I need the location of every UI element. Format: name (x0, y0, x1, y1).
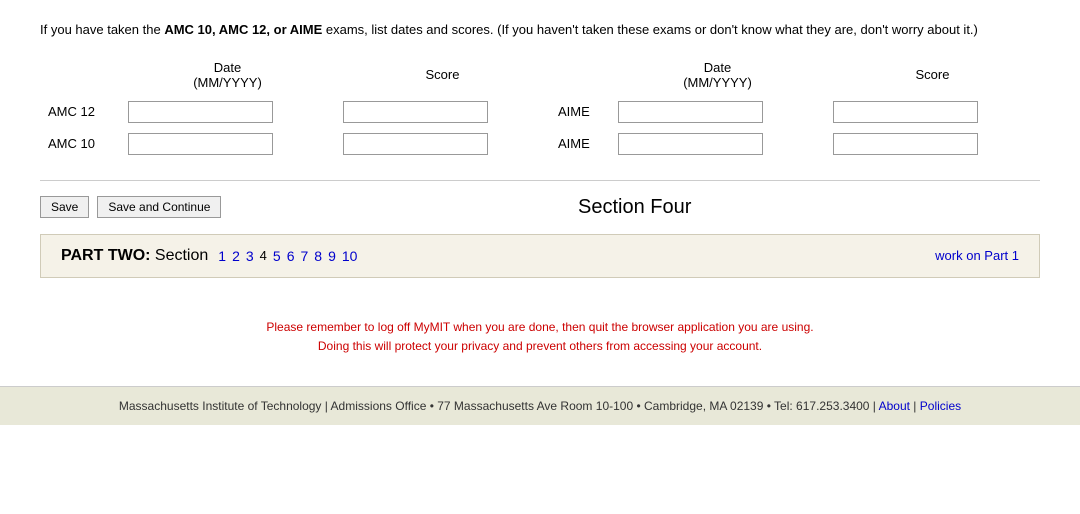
amc12-score-input[interactable] (343, 101, 488, 123)
aime2-score-input[interactable] (833, 133, 978, 155)
work-on-part-link[interactable]: work on Part 1 (935, 248, 1019, 263)
controls-row: Save Save and Continue Section Four (40, 196, 1040, 219)
policies-link[interactable]: Policies (920, 399, 961, 413)
save-button[interactable]: Save (40, 196, 89, 218)
amc10-label: AMC 10 (40, 128, 120, 160)
aime-label-1: AIME (550, 96, 610, 128)
section-link-8[interactable]: 8 (314, 248, 322, 264)
exam-table: Date(MM/YYYY) Score Date(MM/YYYY) Score … (40, 60, 1040, 160)
section-link-5[interactable]: 5 (273, 248, 281, 264)
amc12-row: AMC 12 AIME (40, 96, 1040, 128)
divider (40, 180, 1040, 181)
col-date-1-header: Date(MM/YYYY) (120, 60, 335, 96)
section-link-7[interactable]: 7 (301, 248, 309, 264)
privacy-line-1: Please remember to log off MyMIT when yo… (40, 318, 1040, 337)
section-link-4-plain: 4 (260, 248, 267, 263)
amc10-score-input[interactable] (343, 133, 488, 155)
section-link-6[interactable]: 6 (287, 248, 295, 264)
footer-separator: | (913, 399, 916, 413)
section-link-1[interactable]: 1 (218, 248, 226, 264)
privacy-line-2: Doing this will protect your privacy and… (40, 337, 1040, 356)
aime-label-2: AIME (550, 128, 610, 160)
amc12-date-input[interactable] (128, 101, 273, 123)
section-link-3[interactable]: 3 (246, 248, 254, 264)
part-two-left: PART TWO: Section 1 2 3 4 5 6 7 8 9 10 (61, 247, 357, 265)
aime1-date-input[interactable] (618, 101, 763, 123)
section-links: 1 2 3 4 5 6 7 8 9 10 (218, 248, 357, 264)
privacy-notice: Please remember to log off MyMIT when yo… (40, 318, 1040, 356)
part-two-box: PART TWO: Section 1 2 3 4 5 6 7 8 9 10 w… (40, 234, 1040, 278)
section-link-9[interactable]: 9 (328, 248, 336, 264)
footer-text: Massachusetts Institute of Technology | … (119, 399, 876, 413)
amc10-row: AMC 10 AIME (40, 128, 1040, 160)
about-link[interactable]: About (879, 399, 910, 413)
save-continue-button[interactable]: Save and Continue (97, 196, 221, 218)
col-score-2-header: Score (825, 60, 1040, 96)
amc12-label: AMC 12 (40, 96, 120, 128)
aime2-date-input[interactable] (618, 133, 763, 155)
part-two-label: PART TWO: Section (61, 247, 208, 265)
amc10-date-input[interactable] (128, 133, 273, 155)
section-link-10[interactable]: 10 (342, 248, 358, 264)
section-link-2[interactable]: 2 (232, 248, 240, 264)
col-date-2-header: Date(MM/YYYY) (610, 60, 825, 96)
aime1-score-input[interactable] (833, 101, 978, 123)
intro-text: If you have taken the AMC 10, AMC 12, or… (40, 20, 1040, 40)
footer: Massachusetts Institute of Technology | … (0, 386, 1080, 425)
section-title: Section Four (229, 196, 1040, 219)
col-score-1-header: Score (335, 60, 550, 96)
